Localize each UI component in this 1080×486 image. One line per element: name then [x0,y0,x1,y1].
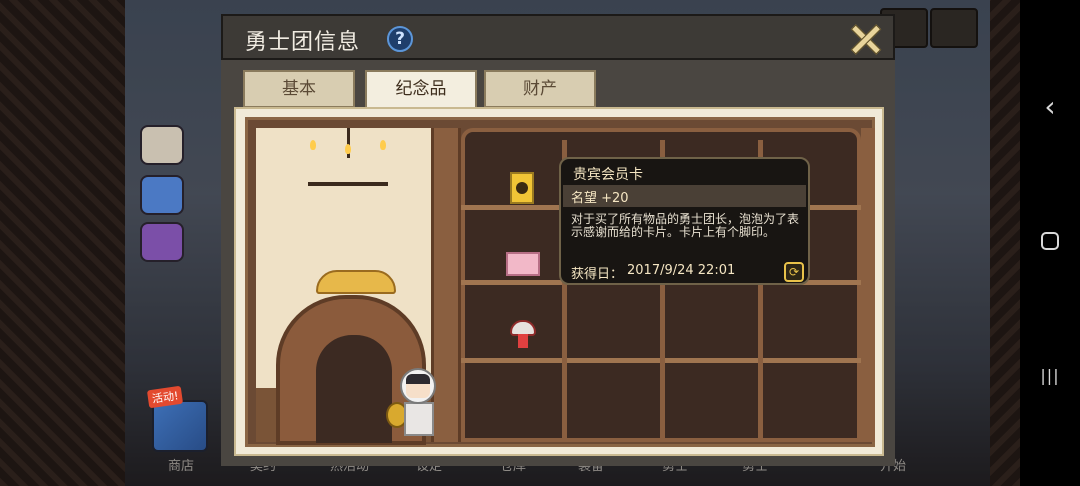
tab-property[interactable]: 财产 [484,70,596,108]
tooltip-date-row: 获得日： 2017/9/24 22:01 ⟳ [563,260,806,282]
tooltip-description: 对于买了所有物品的勇士团长，泡泡为了表示感谢而给的卡片。卡片上有个脚印。 [571,212,800,239]
item-tooltip: 贵宾会员卡 名望 +20 对于买了所有物品的勇士团长，泡泡为了表示感谢而给的卡片… [559,157,810,285]
vip-card-souvenir[interactable] [510,172,534,204]
mushroom-souvenir[interactable] [510,320,536,350]
back-button[interactable]: ‹ [1020,90,1080,123]
right-decorative-border [990,0,1020,486]
tooltip-fame-row: 名望 +20 [563,185,806,207]
doorway [316,335,392,443]
tooltip-obtained-label: 获得日： [571,267,624,282]
chandelier-icon [308,150,388,186]
bottom-menu-shop[interactable]: 商店 [168,455,194,474]
player-character-sprite [386,368,440,440]
mushroom-stem-icon [518,334,528,348]
left-decorative-border [0,0,125,486]
candle-flame-icon [345,144,351,154]
love-letter-souvenir[interactable] [506,252,540,276]
character-body [404,402,434,436]
clock-icon[interactable] [140,175,184,215]
dialog-titlebar: 勇士团信息 ? [221,14,895,60]
grid-menu-icon[interactable] [930,8,978,48]
tooltip-obtained-date: 2017/9/24 22:01 [627,263,736,278]
dialog-title: 勇士团信息 [245,30,361,55]
golden-wings-ornament [316,270,396,294]
pillar-right [861,128,875,442]
refresh-icon[interactable]: ⟳ [784,262,804,282]
candle-flame-icon [380,140,386,150]
tooltip-item-name: 贵宾会员卡 [573,167,643,183]
character-hair [406,374,430,384]
tooltip-fame-value: 名望 +20 [571,191,629,206]
shop-icon[interactable] [152,400,208,452]
book-icon[interactable] [140,222,184,262]
candle-flame-icon [310,140,316,150]
tab-souvenirs[interactable]: 纪念品 [365,70,477,112]
home-icon [1041,232,1059,250]
home-button[interactable] [1020,232,1080,250]
recents-button[interactable]: ||| [1020,366,1080,385]
help-button[interactable]: ? [387,26,413,52]
close-button[interactable] [845,20,885,58]
tab-basic[interactable]: 基本 [243,70,355,108]
mail-icon[interactable] [140,125,184,165]
paw-print-icon [516,182,528,194]
